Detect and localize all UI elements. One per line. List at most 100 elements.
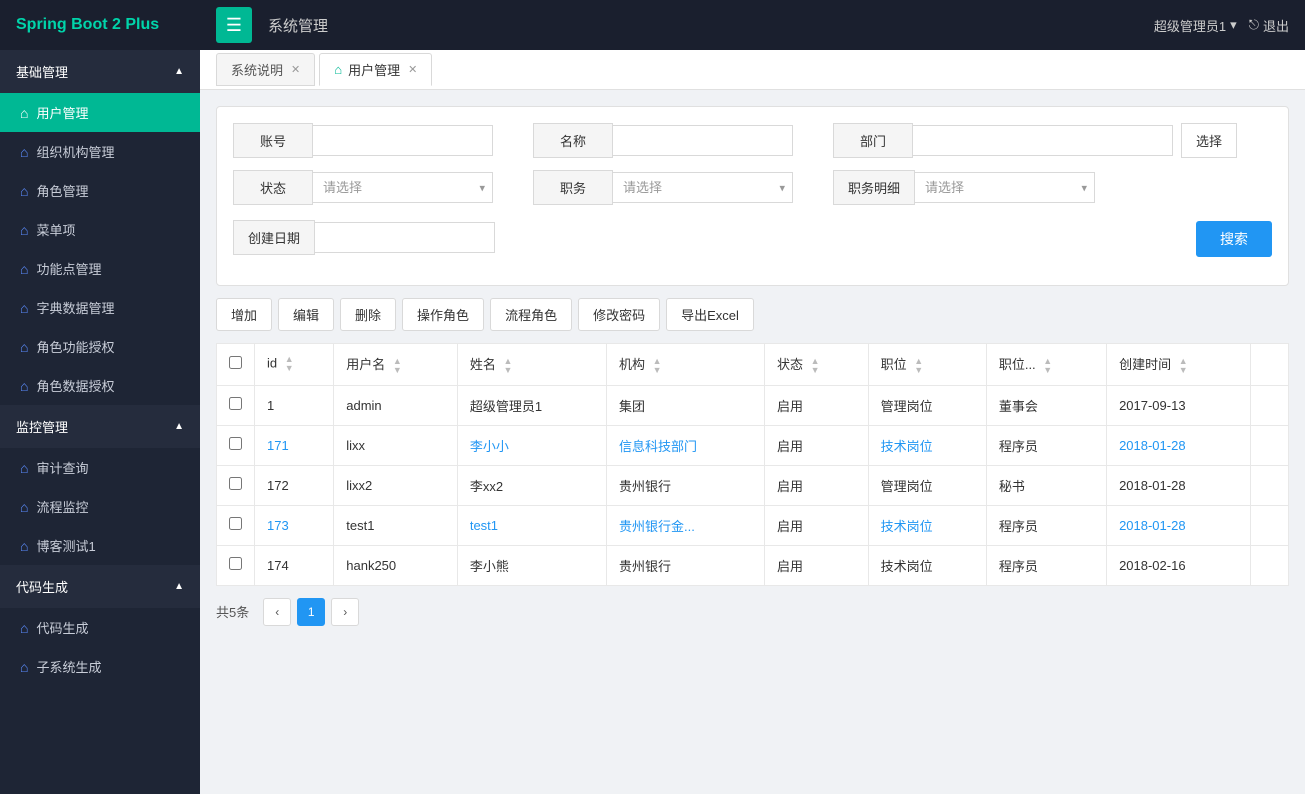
sidebar-item-label-role-func-auth: 角色功能授权 [36, 337, 114, 356]
cell-username: test1 [334, 505, 458, 545]
table-row: 172 lixx2 李xx2 贵州银行 启用 管理岗位 秘书 2018-01-2… [217, 465, 1289, 505]
cell-created-at: 2018-01-28 [1107, 425, 1251, 465]
cell-position-detail: 秘书 [986, 465, 1106, 505]
sidebar-item-menu[interactable]: ⌂ 菜单项 [0, 210, 200, 249]
home-icon-dict: ⌂ [20, 300, 28, 316]
user-menu[interactable]: 超级管理员1 ▾ [1154, 16, 1237, 35]
table-row: 1 admin 超级管理员1 集团 启用 管理岗位 董事会 2017-09-13 [217, 385, 1289, 425]
cell-id: 1 [255, 385, 334, 425]
table-row: 174 hank250 李小熊 贵州银行 启用 技术岗位 程序员 2018-02… [217, 545, 1289, 585]
home-icon-role: ⌂ [20, 183, 28, 199]
home-icon-audit: ⌂ [20, 460, 28, 476]
cell-username: admin [334, 385, 458, 425]
change-pwd-button[interactable]: 修改密码 [578, 298, 660, 331]
tab-sysinfo[interactable]: 系统说明 ✕ [216, 53, 315, 86]
account-input[interactable] [313, 125, 493, 156]
th-position-detail: 职位... ▲▼ [986, 344, 1106, 386]
tab-user-mgmt[interactable]: ⌂ 用户管理 ✕ [319, 53, 432, 86]
name-input[interactable] [613, 125, 793, 156]
cell-org: 贵州银行 [607, 465, 765, 505]
pagination-total: 共5条 [216, 602, 249, 621]
cell-actions [1250, 465, 1288, 505]
sidebar-item-user-mgmt[interactable]: ⌂ 用户管理 [0, 93, 200, 132]
pagination-next[interactable]: › [331, 598, 359, 626]
sidebar-item-blog-test[interactable]: ⌂ 博客测试1 [0, 526, 200, 565]
sidebar-item-label-codegen: 代码生成 [36, 618, 88, 637]
op-role-button[interactable]: 操作角色 [402, 298, 484, 331]
sidebar-item-subsystem-gen[interactable]: ⌂ 子系统生成 [0, 647, 200, 686]
cell-realname: 李小熊 [457, 545, 606, 585]
tab-user-mgmt-label: 用户管理 [348, 60, 400, 79]
data-table: id ▲▼ 用户名 ▲▼ 姓名 ▲▼ 机构 ▲▼ 状态 ▲▼ [216, 343, 1289, 586]
sidebar-section-monitor-label: 监控管理 [16, 417, 68, 436]
sort-icon-username: ▲▼ [393, 357, 402, 375]
export-excel-button[interactable]: 导出Excel [666, 298, 754, 331]
sidebar-item-role-func-auth[interactable]: ⌂ 角色功能授权 [0, 327, 200, 366]
sidebar-section-basic[interactable]: 基础管理 ▲ [0, 50, 200, 93]
date-input[interactable] [315, 222, 495, 253]
sidebar-item-label-subsystem-gen: 子系统生成 [36, 657, 101, 676]
edit-button[interactable]: 编辑 [278, 298, 334, 331]
sidebar-item-func-mgmt[interactable]: ⌂ 功能点管理 [0, 249, 200, 288]
cell-status: 启用 [765, 465, 869, 505]
row-checkbox[interactable] [229, 557, 242, 570]
row-checkbox[interactable] [229, 437, 242, 450]
sort-icon-id: ▲▼ [285, 355, 294, 373]
pagination-page-1[interactable]: 1 [297, 598, 325, 626]
choose-button[interactable]: 选择 [1181, 123, 1237, 158]
status-select[interactable]: 请选择 启用 禁用 [313, 172, 493, 203]
cell-position: 管理岗位 [868, 385, 986, 425]
tab-sysinfo-close[interactable]: ✕ [291, 63, 300, 76]
cell-checkbox [217, 505, 255, 545]
date-label: 创建日期 [233, 220, 315, 255]
sidebar-item-label-blog-test: 博客测试1 [36, 536, 95, 555]
tab-user-mgmt-close[interactable]: ✕ [408, 63, 417, 76]
cell-actions [1250, 545, 1288, 585]
sidebar-section-codegen[interactable]: 代码生成 ▲ [0, 565, 200, 608]
sort-icon-created-at: ▲▼ [1179, 357, 1188, 375]
sidebar-item-role-data-auth[interactable]: ⌂ 角色数据授权 [0, 366, 200, 405]
action-bar: 增加 编辑 删除 操作角色 流程角色 修改密码 导出Excel [216, 298, 1289, 331]
dept-input[interactable] [913, 125, 1173, 156]
home-icon-subsystem: ⌂ [20, 659, 28, 675]
sidebar-item-audit[interactable]: ⌂ 审计查询 [0, 448, 200, 487]
pagination-prev[interactable]: ‹ [263, 598, 291, 626]
table-row: 171 lixx 李小小 信息科技部门 启用 技术岗位 程序员 2018-01-… [217, 425, 1289, 465]
home-icon-codegen: ⌂ [20, 620, 28, 636]
select-all-checkbox[interactable] [229, 356, 242, 369]
menu-toggle-button[interactable]: ☰ [216, 7, 252, 43]
sidebar-item-process-monitor[interactable]: ⌂ 流程监控 [0, 487, 200, 526]
search-button[interactable]: 搜索 [1196, 221, 1272, 257]
delete-button[interactable]: 删除 [340, 298, 396, 331]
dept-label: 部门 [833, 123, 913, 158]
cell-position-detail: 程序员 [986, 505, 1106, 545]
job-select[interactable]: 请选择 [613, 172, 793, 203]
cell-username: hank250 [334, 545, 458, 585]
sidebar-item-org-mgmt[interactable]: ⌂ 组织机构管理 [0, 132, 200, 171]
navbar-right: 超级管理员1 ▾ ⎋ 退出 [1154, 16, 1289, 35]
home-icon-process: ⌂ [20, 499, 28, 515]
row-checkbox[interactable] [229, 517, 242, 530]
name-label: 名称 [533, 123, 613, 158]
flow-role-button[interactable]: 流程角色 [490, 298, 572, 331]
row-checkbox[interactable] [229, 477, 242, 490]
cell-position: 管理岗位 [868, 465, 986, 505]
row-checkbox[interactable] [229, 397, 242, 410]
add-button[interactable]: 增加 [216, 298, 272, 331]
sidebar-item-label-org-mgmt: 组织机构管理 [36, 142, 114, 161]
sidebar-item-role-mgmt[interactable]: ⌂ 角色管理 [0, 171, 200, 210]
sidebar-item-dict-mgmt[interactable]: ⌂ 字典数据管理 [0, 288, 200, 327]
home-icon-user: ⌂ [20, 105, 28, 121]
tabs-bar: 系统说明 ✕ ⌂ 用户管理 ✕ [200, 50, 1305, 90]
table-body: 1 admin 超级管理员1 集团 启用 管理岗位 董事会 2017-09-13… [217, 385, 1289, 585]
sidebar-section-monitor[interactable]: 监控管理 ▲ [0, 405, 200, 448]
logout-button[interactable]: ⎋ 退出 [1249, 16, 1289, 35]
sidebar-item-label-role-data-auth: 角色数据授权 [36, 376, 114, 395]
home-icon-func: ⌂ [20, 261, 28, 277]
job-detail-select[interactable]: 请选择 [915, 172, 1095, 203]
sidebar-item-label-dict-mgmt: 字典数据管理 [36, 298, 114, 317]
sidebar-item-codegen[interactable]: ⌂ 代码生成 [0, 608, 200, 647]
sidebar-item-label-user-mgmt: 用户管理 [36, 103, 88, 122]
cell-created-at: 2018-01-28 [1107, 465, 1251, 505]
form-row-1: 账号 名称 部门 选择 [233, 123, 1272, 158]
